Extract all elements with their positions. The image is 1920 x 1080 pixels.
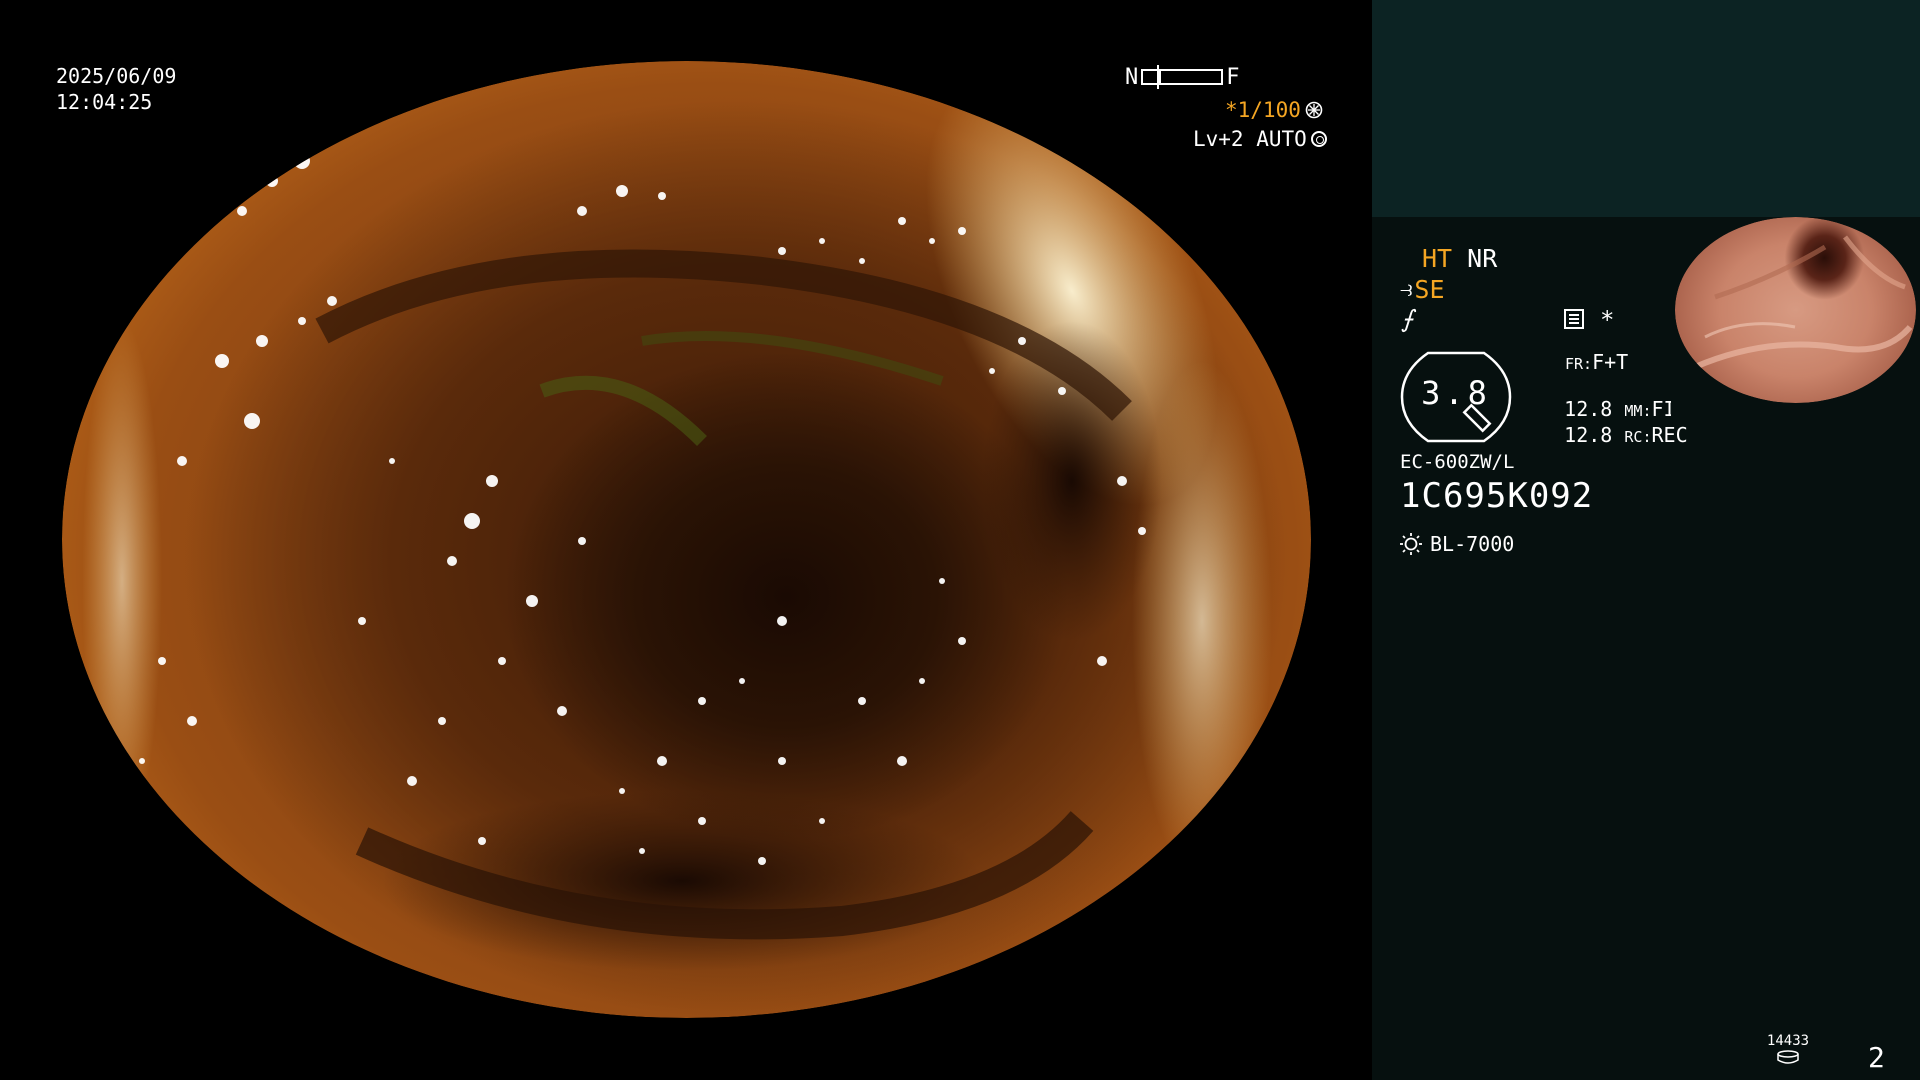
iris-icon: [1310, 131, 1327, 147]
endoscope-live-view: [62, 61, 1311, 1018]
fork-icon: ⥽: [1400, 277, 1413, 302]
reference-image-thumbnail: [1671, 217, 1920, 417]
sun-icon: [1400, 533, 1422, 555]
shutter-text: *1/100: [1225, 98, 1301, 122]
date-text: 2025/06/09: [56, 64, 177, 88]
light-source: BL-7000: [1400, 532, 1514, 556]
scope-serial: 1C695K092: [1400, 476, 1594, 516]
ht-nr-status: HT NR: [1422, 244, 1497, 273]
endoscopy-monitor: 2025/06/09 12:04:25 N F *1/100 Lv+2 AUTO: [0, 0, 1920, 1080]
iris-readout: Lv+2 AUTO: [1193, 127, 1327, 151]
image-counter: 14433: [1766, 1033, 1810, 1049]
live-view-texture: [82, 76, 1272, 971]
light-source-label: BL-7000: [1430, 532, 1515, 556]
disk-icon: [1777, 1050, 1799, 1064]
aperture-icon: [1305, 101, 1323, 119]
reference-image-texture: [1693, 235, 1913, 370]
iris-text: Lv+2 AUTO: [1193, 127, 1307, 151]
date-time-readout: 2025/06/09 12:04:25: [56, 63, 176, 115]
rc-number: 12.8: [1564, 423, 1613, 447]
time-text: 12:04:25: [56, 90, 153, 114]
ht-label: HT: [1422, 244, 1453, 273]
se-label: SE: [1414, 275, 1445, 304]
asterisk-mark: *: [1600, 306, 1615, 334]
far-label: F: [1226, 64, 1240, 90]
fr-value: F+T: [1592, 350, 1629, 374]
rc-value: REC: [1651, 423, 1688, 447]
near-label: N: [1125, 64, 1139, 90]
info-panel-header: [1372, 0, 1920, 217]
menu-icon: [1564, 309, 1584, 329]
se-status: ⥽ SE: [1400, 275, 1445, 304]
rc-label: RC:: [1624, 428, 1652, 446]
scope-model: EC-600ZW/L: [1400, 451, 1515, 473]
rc-row: 12.8 RC:REC: [1516, 399, 1688, 471]
shutter-speed-readout: *1/100: [1225, 98, 1323, 122]
fr-row: FR:F+T: [1565, 350, 1628, 374]
gauge-value: 3.8: [1421, 374, 1491, 412]
nr-label: NR: [1467, 244, 1498, 273]
focus-bar: [1141, 65, 1224, 89]
near-far-indicator: N F: [1125, 62, 1240, 92]
main-view-area: 2025/06/09 12:04:25 N F *1/100 Lv+2 AUTO: [0, 0, 1372, 1080]
fr-label: FR:: [1565, 355, 1593, 373]
reference-image: [1675, 217, 1916, 403]
page-number: 2: [1868, 1041, 1885, 1074]
